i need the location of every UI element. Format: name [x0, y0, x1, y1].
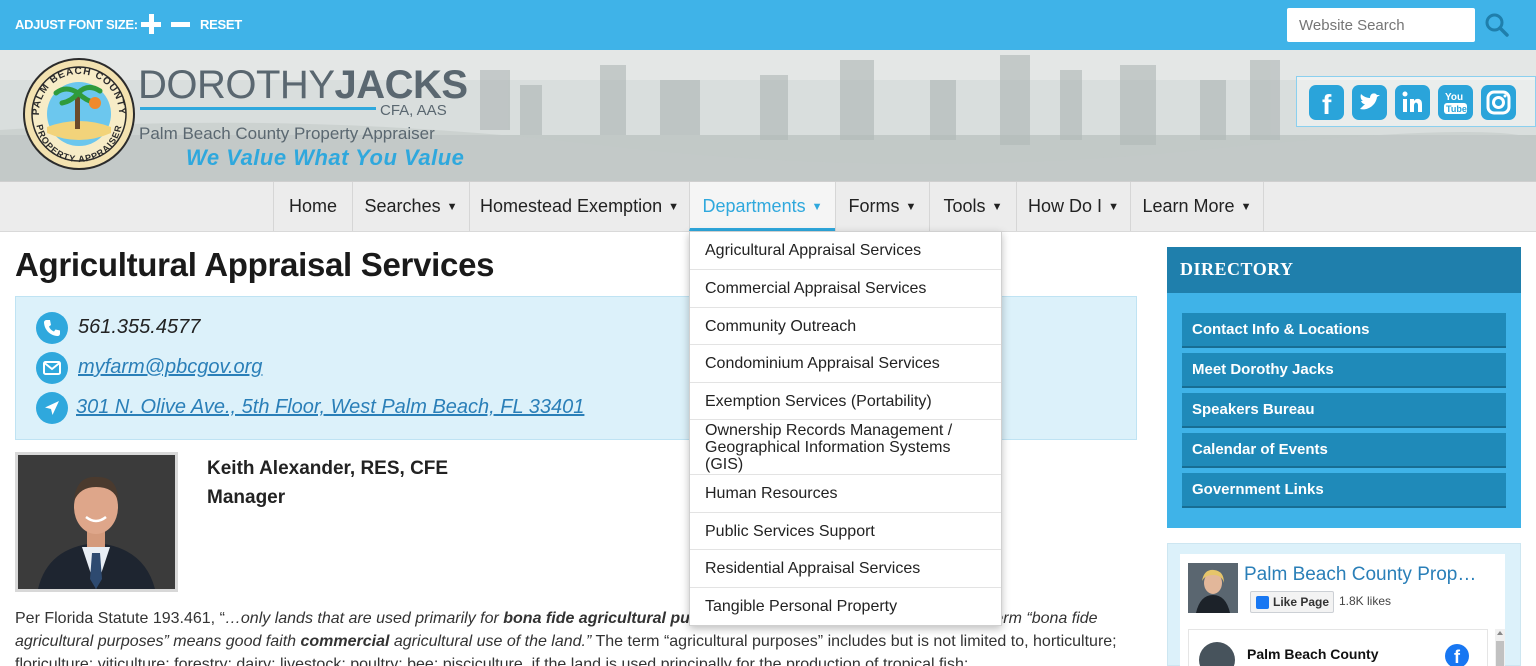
youtube-icon[interactable]: You Tube	[1438, 85, 1473, 120]
facebook-icon[interactable]: f	[1309, 85, 1344, 120]
staff-title: Manager	[207, 487, 286, 508]
nav-learn-more-label: Learn More	[1142, 196, 1235, 216]
brand-last-name: JACKS	[334, 63, 469, 107]
nav-tools[interactable]: Tools ▼	[929, 182, 1016, 231]
body-intro: Per Florida Statute 193.461, “	[15, 610, 225, 627]
staff-name: Keith Alexander, RES, CFE	[207, 458, 449, 479]
brand-underline	[140, 107, 376, 110]
facebook-like-label: Like Page	[1273, 595, 1330, 609]
nav-searches[interactable]: Searches ▼	[352, 182, 469, 231]
caret-down-icon: ▼	[811, 200, 823, 213]
directory-title: DIRECTORY	[1180, 259, 1294, 279]
departments-dropdown-menu: Agricultural Appraisal Services Commerci…	[689, 231, 1002, 626]
facebook-page-avatar[interactable]	[1188, 563, 1238, 613]
caret-down-icon: ▼	[446, 200, 458, 213]
reset-font-link[interactable]: RESET	[200, 17, 242, 32]
dropdown-item-tangible-property[interactable]: Tangible Personal Property	[690, 588, 1001, 625]
dropdown-item-commercial[interactable]: Commercial Appraisal Services	[690, 270, 1001, 308]
linkedin-icon[interactable]	[1395, 85, 1430, 120]
page-title: Agricultural Appraisal Services	[15, 246, 495, 283]
facebook-page-card: Palm Beach County Prop… Like Page 1.8K l…	[1180, 554, 1505, 666]
caret-down-icon: ▼	[905, 200, 917, 213]
nav-forms-label: Forms	[848, 196, 900, 216]
nav-home[interactable]: Home	[273, 182, 352, 231]
dropdown-item-ownership-gis[interactable]: Ownership Records Management / Geographi…	[690, 420, 1001, 475]
email-link[interactable]: myfarm@pbcgov.org	[78, 356, 262, 379]
location-arrow-icon	[36, 392, 68, 424]
address-link[interactable]: 301 N. Olive Ave., 5th Floor, West Palm …	[76, 396, 584, 419]
nav-home-label: Home	[288, 196, 337, 216]
facebook-post: Palm Beach County f	[1188, 629, 1488, 666]
dropdown-item-condominium[interactable]: Condominium Appraisal Services	[690, 345, 1001, 383]
directory-link-contact[interactable]: Contact Info & Locations	[1182, 313, 1506, 348]
increase-font-icon[interactable]	[141, 14, 161, 34]
font-size-label: ADJUST FONT SIZE:	[15, 17, 138, 32]
dropdown-item-human-resources[interactable]: Human Resources	[690, 475, 1001, 513]
dropdown-item-community-outreach[interactable]: Community Outreach	[690, 308, 1001, 345]
dropdown-item-residential[interactable]: Residential Appraisal Services	[690, 550, 1001, 588]
email-icon	[36, 352, 68, 384]
svg-text:f: f	[1322, 89, 1332, 120]
dropdown-item-agricultural[interactable]: Agricultural Appraisal Services	[690, 232, 1001, 270]
facebook-post-avatar[interactable]	[1199, 642, 1235, 666]
nav-searches-label: Searches	[364, 196, 441, 216]
county-seal-logo[interactable]: PALM BEACH COUNTY PROPERTY APPRAISER	[22, 57, 136, 171]
website-search-input[interactable]	[1287, 8, 1475, 42]
brand-first-name: DOROTHY	[138, 63, 335, 107]
main-nav: Home Searches ▼ Homestead Exemption ▼ Depa…	[0, 181, 1536, 232]
directory-link-government[interactable]: Government Links	[1182, 473, 1506, 508]
caret-down-icon: ▼	[1108, 200, 1119, 213]
body-line-2c: The term “agricultural purposes” include…	[591, 633, 1029, 650]
directory-header: DIRECTORY	[1167, 247, 1521, 293]
nav-homestead-label: Homestead Exemption	[480, 196, 663, 216]
body-bold-1: bona fide agricultural pu	[503, 610, 690, 627]
nav-tools-label: Tools	[943, 196, 986, 216]
caret-down-icon: ▼	[1240, 200, 1252, 213]
body-tail-1: term “bona fide	[989, 610, 1098, 627]
nav-learn-more[interactable]: Learn More ▼	[1130, 182, 1264, 231]
body-quote-1: …only lands that are used primarily for	[224, 610, 504, 627]
facebook-page-name[interactable]: Palm Beach County Prop…	[1244, 564, 1476, 586]
phone-icon	[36, 312, 68, 344]
svg-text:You: You	[1445, 92, 1463, 103]
decrease-font-icon[interactable]	[171, 22, 190, 27]
staff-photo	[15, 452, 178, 592]
search-icon[interactable]	[1484, 12, 1510, 38]
instagram-icon[interactable]	[1481, 85, 1516, 120]
brand-name[interactable]: DOROTHYJACKS	[138, 63, 468, 108]
dropdown-item-exemption-services[interactable]: Exemption Services (Portability)	[690, 383, 1001, 420]
svg-text:Tube: Tube	[1446, 104, 1467, 114]
facebook-post-author[interactable]: Palm Beach County	[1247, 646, 1378, 662]
body-line-2b: agricultural use of the land.”	[389, 633, 592, 650]
body-line-2a: agricultural purposes” means good faith	[15, 633, 301, 650]
dropdown-item-public-services[interactable]: Public Services Support	[690, 513, 1001, 550]
nav-homestead-exemption[interactable]: Homestead Exemption ▼	[469, 182, 689, 231]
nav-how-do-i-label: How Do I	[1028, 196, 1103, 216]
phone-number[interactable]: 561.355.4577	[78, 316, 200, 339]
facebook-widget: Palm Beach County Prop… Like Page 1.8K l…	[1167, 543, 1521, 666]
facebook-logo-icon[interactable]: f	[1445, 644, 1469, 666]
brand-subtitle: Palm Beach County Property Appraiser	[139, 124, 435, 143]
body-bold-2: commercial	[300, 633, 390, 650]
twitter-icon[interactable]	[1352, 85, 1387, 120]
directory-link-calendar[interactable]: Calendar of Events	[1182, 433, 1506, 468]
nav-departments[interactable]: Departments ▼	[689, 182, 835, 231]
directory-link-speakers[interactable]: Speakers Bureau	[1182, 393, 1506, 428]
directory-link-meet-dorothy[interactable]: Meet Dorothy Jacks	[1182, 353, 1506, 388]
nav-departments-label: Departments	[702, 196, 806, 216]
facebook-like-icon	[1256, 596, 1269, 609]
brand-tagline: We Value What You Value	[186, 145, 465, 170]
facebook-like-count: 1.8K likes	[1339, 594, 1392, 608]
caret-down-icon: ▼	[668, 200, 679, 213]
caret-down-icon: ▼	[991, 200, 1003, 213]
top-bar: ADJUST FONT SIZE: RESET	[0, 0, 1536, 50]
nav-forms[interactable]: Forms ▼	[835, 182, 929, 231]
nav-how-do-i[interactable]: How Do I ▼	[1016, 182, 1130, 231]
social-media-bar: f You Tube	[1296, 76, 1536, 127]
facebook-scrollbar[interactable]	[1495, 629, 1505, 666]
directory-panel: DIRECTORY Contact Info & Locations Meet …	[1167, 247, 1521, 528]
facebook-like-button[interactable]: Like Page	[1250, 591, 1334, 613]
